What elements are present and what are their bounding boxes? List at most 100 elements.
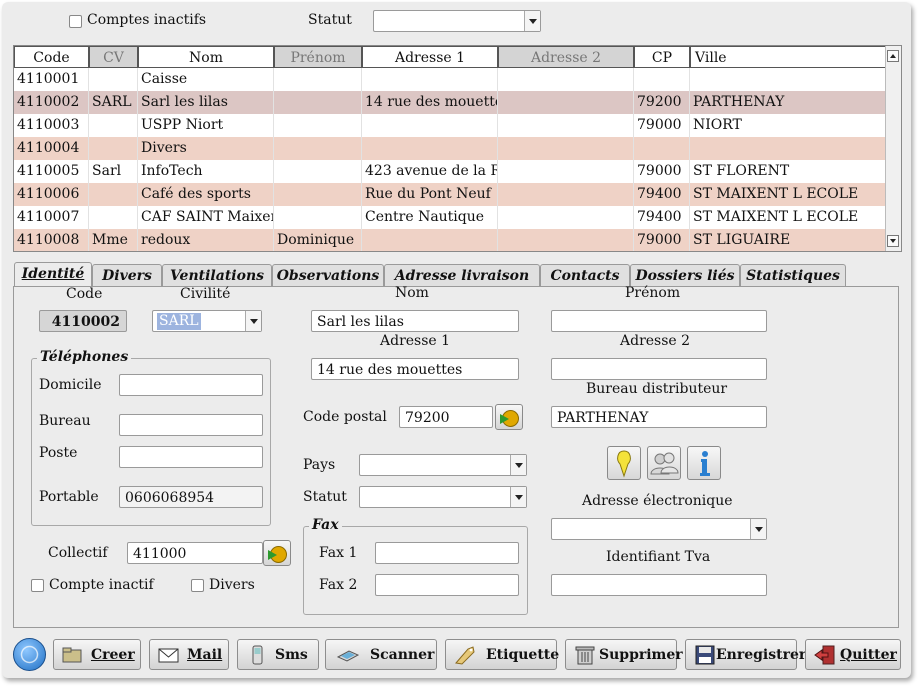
cell-cp: 79200	[634, 91, 690, 114]
column-header-prenom[interactable]: Prénom	[274, 46, 362, 68]
table-row[interactable]: 4110001 Caisse	[14, 68, 886, 91]
accounts-table: Code CV Nom Prénom Adresse 1 Adresse 2 C…	[13, 45, 902, 252]
divers-checkbox[interactable]	[191, 579, 204, 592]
pays-select[interactable]	[359, 454, 527, 476]
adresse2-field[interactable]	[551, 358, 767, 380]
cell-cv: Mme	[89, 229, 138, 251]
table-row[interactable]: 4110005SarlInfoTech 423 avenue de la Roc 7…	[14, 160, 886, 183]
cell-code: 4110008	[14, 229, 89, 251]
column-header-cv[interactable]: CV	[89, 46, 138, 68]
compte-inactif-checkbox[interactable]	[31, 579, 44, 592]
supprimer-button[interactable]: Supprimer	[565, 639, 683, 670]
cell-code: 4110003	[14, 114, 89, 137]
cell-nom: InfoTech	[138, 160, 274, 183]
column-header-ville[interactable]: Ville	[690, 46, 886, 68]
cell-nom: Sarl les lilas	[138, 91, 274, 114]
map-pin-button[interactable]	[607, 446, 641, 480]
civilite-value: SARL	[157, 313, 201, 330]
cell-adresse2	[498, 114, 634, 137]
statut-filter-select[interactable]	[373, 10, 541, 32]
fax2-field[interactable]	[375, 574, 519, 596]
scanner-icon	[336, 650, 360, 662]
cell-ville	[690, 137, 886, 160]
table-row[interactable]: 4110008 Mme redoux Dominique 79000 ST LIGUAIR…	[14, 229, 886, 251]
table-row[interactable]: 4110003 USPP Niort 79000 NIORT	[14, 114, 886, 137]
poste-field[interactable]	[119, 446, 263, 468]
nom-field[interactable]: Sarl les lilas	[311, 310, 519, 332]
scroll-down-icon[interactable]	[887, 235, 899, 247]
portable-field[interactable]: 0606068954	[119, 486, 263, 508]
chevron-down-icon[interactable]	[750, 519, 766, 539]
chevron-down-icon[interactable]	[245, 311, 261, 331]
cell-adresse1	[362, 68, 498, 91]
help-icon	[20, 645, 39, 664]
bureau-distributeur-field[interactable]: PARTHENAY	[551, 406, 767, 428]
bureau-tel-label: Bureau	[39, 413, 91, 429]
code-postal-label: Code postal	[303, 409, 387, 425]
contacts-button[interactable]	[647, 446, 681, 480]
collectif-go-button[interactable]	[263, 540, 291, 566]
tab-ventilations[interactable]: Ventilations	[162, 264, 272, 286]
domicile-field[interactable]	[119, 374, 263, 396]
code-postal-field[interactable]: 79200	[399, 406, 493, 428]
tab-identite[interactable]: Identité	[14, 262, 92, 286]
cell-cv	[89, 137, 138, 160]
table-row[interactable]: 4110006 Café des sports Rue du Pont Neuf 79…	[14, 183, 886, 206]
column-header-code[interactable]: Code	[14, 46, 89, 68]
scanner-button[interactable]: Scanner	[325, 639, 437, 670]
tab-observations[interactable]: Observations	[272, 264, 384, 286]
quitter-button[interactable]: Quitter	[805, 639, 901, 670]
code-field: 4110002	[39, 310, 127, 332]
tab-statistiques[interactable]: Statistiques	[740, 264, 846, 286]
prenom-field[interactable]	[551, 310, 767, 332]
scroll-up-icon[interactable]	[887, 50, 899, 62]
cell-cp: 79400	[634, 183, 690, 206]
tva-label: Identifiant Tva	[606, 549, 711, 565]
bureau-tel-field[interactable]	[119, 414, 263, 436]
collectif-field[interactable]: 411000	[127, 542, 263, 564]
help-globe-button[interactable]	[13, 638, 46, 671]
table-row[interactable]: 4110002 SARL Sarl les lilas 14 rue des moue…	[14, 91, 886, 114]
table-row[interactable]: 4110007 CAF SAINT Maixent Centre Nautique 7…	[14, 206, 886, 229]
portable-label: Portable	[39, 489, 99, 505]
table-scrollbar[interactable]	[885, 46, 901, 251]
creer-button[interactable]: Creer	[53, 639, 141, 670]
column-header-cp[interactable]: CP	[634, 46, 690, 68]
tab-observations-label: Observations	[276, 268, 380, 284]
tab-contacts[interactable]: Contacts	[540, 264, 630, 286]
code-postal-go-button[interactable]	[495, 404, 523, 430]
column-header-nom[interactable]: Nom	[138, 46, 274, 68]
sms-button[interactable]: Sms	[237, 639, 319, 670]
cell-cv: SARL	[89, 91, 138, 114]
etiquette-button[interactable]: Etiquette	[445, 639, 560, 670]
fax-group	[303, 526, 528, 615]
tab-adresse-livraison[interactable]: Adresse livraison	[384, 264, 540, 286]
cell-prenom: Dominique	[274, 229, 362, 251]
email-select[interactable]	[551, 518, 767, 540]
scanner-label: Scanner	[370, 647, 435, 663]
cell-cv: Sarl	[89, 160, 138, 183]
tab-dossiers-lies[interactable]: Dossiers liés	[630, 264, 740, 286]
etiquette-label: Etiquette	[486, 647, 560, 663]
enregistrer-button[interactable]: Enregistrer	[685, 639, 806, 670]
mail-button[interactable]: Mail	[149, 639, 229, 670]
tva-field[interactable]	[551, 574, 767, 596]
code-label: Code	[66, 286, 103, 302]
inactive-accounts-checkbox[interactable]	[69, 15, 82, 28]
chevron-down-icon[interactable]	[510, 487, 526, 507]
fax1-field[interactable]	[375, 542, 519, 564]
adresse1-field[interactable]: 14 rue des mouettes	[311, 358, 519, 380]
chevron-down-icon[interactable]	[524, 11, 540, 31]
info-button[interactable]	[687, 446, 721, 480]
statut-select[interactable]	[359, 486, 527, 508]
column-header-adresse2[interactable]: Adresse 2	[498, 46, 634, 68]
cell-adresse2	[498, 137, 634, 160]
window: Comptes inactifs Statut Code CV Nom Prén…	[2, 2, 911, 678]
column-header-adresse1[interactable]: Adresse 1	[362, 46, 498, 68]
table-row[interactable]: 4110004 Divers	[14, 137, 886, 160]
civilite-select[interactable]: SARL	[152, 310, 262, 332]
tab-divers[interactable]: Divers	[92, 264, 162, 286]
cell-prenom	[274, 137, 362, 160]
creer-label: Creer	[91, 647, 135, 663]
chevron-down-icon[interactable]	[510, 455, 526, 475]
